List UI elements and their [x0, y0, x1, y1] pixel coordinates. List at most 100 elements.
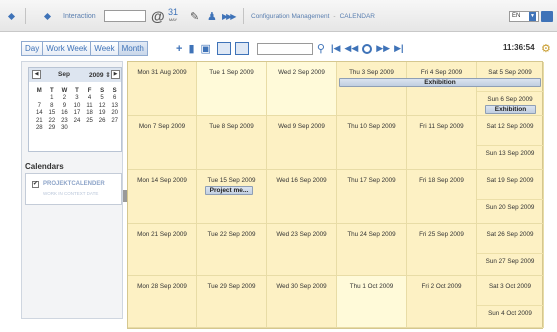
mini-calendar-day[interactable]: 8 [46, 103, 59, 111]
mini-calendar-day[interactable]: 12 [96, 103, 109, 111]
day-cell[interactable]: Mon 14 Sep 2009 [128, 170, 197, 224]
day-cell[interactable]: Tue 22 Sep 2009 [197, 224, 267, 276]
today-icon[interactable] [362, 43, 373, 54]
calendar-name[interactable]: PROJEKTCALENDER [43, 181, 105, 187]
sunday-cell[interactable]: Sun 27 Sep 2009 [477, 253, 543, 276]
calendar-event[interactable]: Exhibition [339, 78, 541, 87]
mini-calendar-day[interactable]: 18 [83, 110, 96, 118]
day-cell[interactable]: Sat 19 Sep 2009 Sun 20 Sep 2009 [477, 170, 544, 224]
calendar-checkbox[interactable]: ✔ [32, 181, 39, 188]
search-icon[interactable]: ⚲ [317, 42, 325, 55]
mini-calendar-day[interactable]: 10 [71, 103, 84, 111]
breadcrumb-item[interactable]: Configuration Management [251, 13, 329, 20]
mini-calendar-day[interactable]: 17 [71, 110, 84, 118]
add-icon[interactable]: + [176, 43, 182, 55]
gear-icon[interactable]: ⚙ [541, 42, 551, 55]
mini-calendar-day[interactable]: 25 [83, 118, 96, 126]
mini-calendar-day[interactable]: 24 [71, 118, 84, 126]
mini-calendar-day[interactable]: 23 [58, 118, 71, 126]
mini-calendar-day[interactable]: 20 [108, 110, 121, 118]
first-icon[interactable]: |◀ [331, 43, 340, 54]
fast-forward-icon[interactable]: ▶▶▶ [222, 12, 237, 21]
mini-calendar-day[interactable]: 14 [33, 110, 46, 118]
mini-calendar-day[interactable]: 13 [108, 103, 121, 111]
mini-calendar-day[interactable]: 21 [33, 118, 46, 126]
day-cell[interactable]: Mon 7 Sep 2009 [128, 116, 197, 170]
mini-calendar-day[interactable]: 30 [58, 125, 71, 133]
print-icon[interactable]: ▣ [201, 42, 211, 55]
day-cell[interactable]: Thu 3 Sep 2009 [337, 62, 407, 116]
mini-calendar-day[interactable]: 3 [71, 95, 84, 103]
mini-calendar-day[interactable]: 26 [96, 118, 109, 126]
split-view-icon[interactable] [234, 42, 249, 55]
previous-icon[interactable]: ◀◀ [344, 43, 358, 54]
day-cell[interactable]: Wed 2 Sep 2009 [267, 62, 337, 116]
day-cell[interactable]: Sat 12 Sep 2009 Sun 13 Sep 2009 [477, 116, 544, 170]
mini-calendar-day[interactable]: 22 [46, 118, 59, 126]
day-cell[interactable]: Mon 21 Sep 2009 [128, 224, 197, 276]
sunday-cell[interactable]: Sun 4 Oct 2009 [477, 305, 543, 328]
user-icon[interactable]: ♟ [207, 10, 217, 23]
day-cell[interactable]: Mon 28 Sep 2009 [128, 276, 197, 328]
language-select[interactable]: EN ▼ [509, 10, 539, 22]
mini-calendar-day[interactable]: 28 [33, 125, 46, 133]
next-icon[interactable]: ▶▶ [376, 43, 390, 54]
day-cell[interactable]: Wed 23 Sep 2009 [267, 224, 337, 276]
view-work-week-button[interactable]: Work Week [42, 41, 92, 56]
day-cell[interactable]: Wed 30 Sep 2009 [267, 276, 337, 328]
day-cell[interactable]: Tue 15 Sep 2009 [197, 170, 267, 224]
day-cell[interactable]: Fri 4 Sep 2009 [407, 62, 477, 116]
mini-calendar-day[interactable]: 16 [58, 110, 71, 118]
day-cell[interactable]: Tue 1 Sep 2009 [197, 62, 267, 116]
mini-calendar-day[interactable]: 2 [58, 95, 71, 103]
printer-icon[interactable] [541, 10, 553, 22]
day-cell[interactable]: Fri 18 Sep 2009 [407, 170, 477, 224]
previous-month-icon[interactable]: ◀ [32, 70, 41, 79]
single-view-icon[interactable] [216, 42, 231, 55]
mini-calendar-day[interactable]: 27 [108, 118, 121, 126]
email-icon[interactable]: @ [151, 8, 165, 24]
breadcrumb-item[interactable]: CALENDAR [340, 13, 375, 20]
day-cell[interactable]: Mon 31 Aug 2009 [128, 62, 197, 116]
day-cell[interactable]: Thu 10 Sep 2009 [337, 116, 407, 170]
day-cell[interactable]: Thu 24 Sep 2009 [337, 224, 407, 276]
mini-calendar-day[interactable]: 19 [96, 110, 109, 118]
calendar-event[interactable]: Project me... [205, 186, 253, 195]
mini-calendar-day[interactable]: 1 [46, 95, 59, 103]
view-week-button[interactable]: Week [90, 41, 119, 56]
view-day-button[interactable]: Day [21, 41, 44, 56]
mini-calendar-day[interactable]: 7 [33, 103, 46, 111]
day-cell[interactable]: Thu 17 Sep 2009 [337, 170, 407, 224]
calendar-event[interactable]: Exhibition [485, 105, 536, 114]
day-cell[interactable]: Fri 25 Sep 2009 [407, 224, 477, 276]
edit-icon[interactable]: ✎ [190, 10, 199, 23]
day-cell[interactable]: Fri 2 Oct 2009 [407, 276, 477, 328]
day-cell[interactable]: Sat 26 Sep 2009 Sun 27 Sep 2009 [477, 224, 544, 276]
mini-calendar-month[interactable]: Sep [58, 71, 70, 78]
search-input[interactable] [256, 42, 313, 55]
sunday-cell[interactable]: Sun 13 Sep 2009 [477, 145, 543, 170]
day-cell[interactable]: Sat 3 Oct 2009 Sun 4 Oct 2009 [477, 276, 544, 328]
mini-calendar-day[interactable]: 29 [46, 125, 59, 133]
day-cell[interactable]: Tue 8 Sep 2009 [197, 116, 267, 170]
mini-calendar-day[interactable]: 5 [96, 95, 109, 103]
delete-icon[interactable]: ▮ [188, 42, 194, 55]
day-cell[interactable]: Wed 9 Sep 2009 [267, 116, 337, 170]
mini-calendar-day[interactable]: 11 [83, 103, 96, 111]
mini-calendar-day[interactable]: 9 [58, 103, 71, 111]
mini-calendar-day[interactable]: 6 [108, 95, 121, 103]
view-month-button[interactable]: Month [117, 41, 148, 56]
interaction-input[interactable] [104, 10, 146, 22]
day-cell[interactable]: Wed 16 Sep 2009 [267, 170, 337, 224]
next-month-icon[interactable]: ▶ [111, 70, 120, 79]
mini-calendar-day[interactable]: 15 [46, 110, 59, 118]
sunday-cell[interactable]: Sun 20 Sep 2009 [477, 199, 543, 224]
mini-calendar-day[interactable]: 4 [83, 95, 96, 103]
calendar-icon[interactable]: 31 MAY [168, 8, 178, 23]
nav-back-icon[interactable] [7, 12, 16, 20]
mini-calendar-year[interactable]: 2009 ⇕ [89, 71, 111, 79]
last-icon[interactable]: ▶| [394, 43, 403, 54]
day-cell[interactable]: Tue 29 Sep 2009 [197, 276, 267, 328]
day-cell[interactable]: Thu 1 Oct 2009 [337, 276, 407, 328]
day-cell[interactable]: Fri 11 Sep 2009 [407, 116, 477, 170]
